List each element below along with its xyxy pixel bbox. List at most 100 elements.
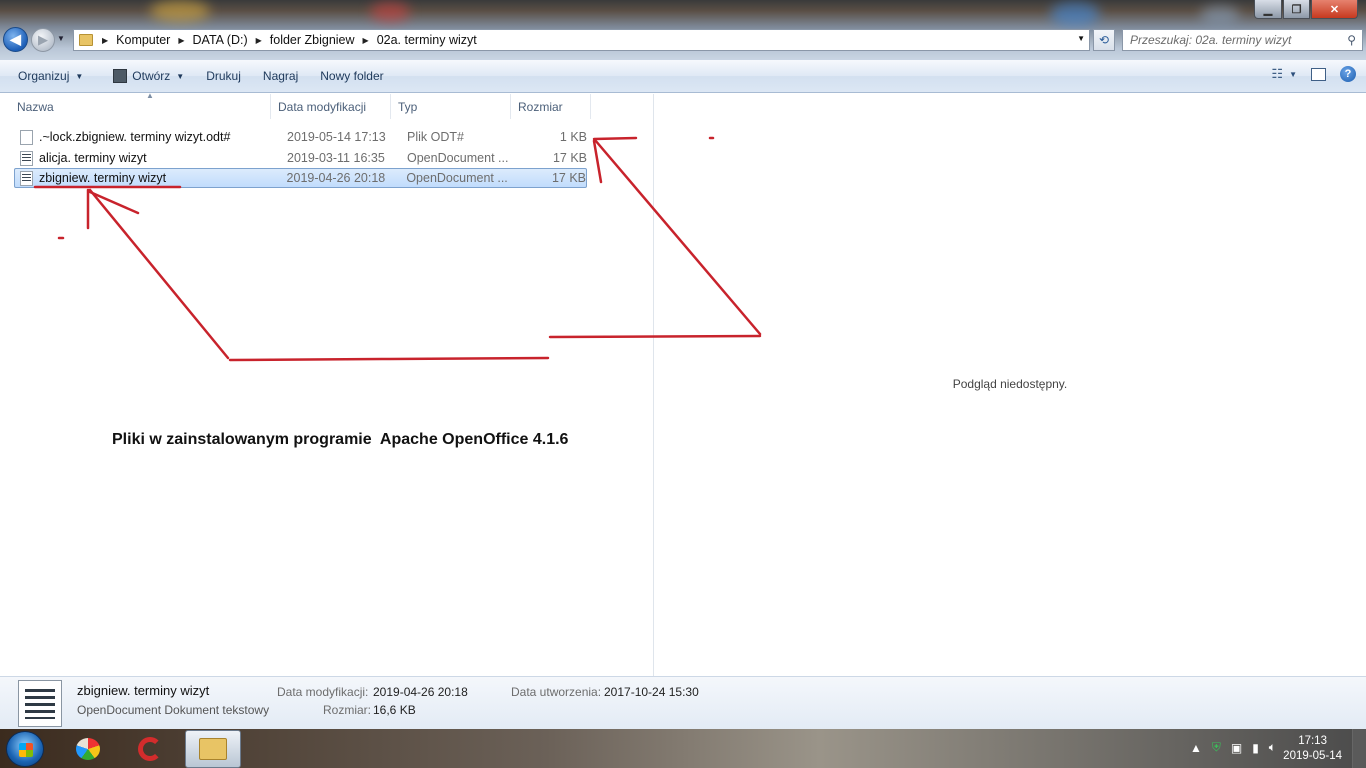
breadcrumb-data-drive[interactable]: DATA (D:) bbox=[193, 33, 248, 47]
device-icon[interactable]: ▣ bbox=[1231, 741, 1242, 755]
blank-file-icon bbox=[20, 129, 33, 145]
folder-icon bbox=[79, 34, 93, 46]
close-button[interactable]: ✕ bbox=[1311, 0, 1358, 19]
file-type: Plik ODT# bbox=[407, 130, 464, 144]
volume-icon[interactable]: 🔈︎ bbox=[1269, 740, 1276, 755]
ccleaner-icon bbox=[138, 737, 162, 761]
help-icon[interactable]: ? bbox=[1340, 66, 1356, 82]
window-controls: ▁ ❐ ✕ bbox=[1254, 0, 1358, 20]
taskbar-paint[interactable] bbox=[60, 730, 116, 768]
file-type: OpenDocument ... bbox=[407, 151, 509, 165]
file-size: 1 KB bbox=[559, 130, 587, 144]
preview-pane-icon[interactable] bbox=[1311, 67, 1326, 81]
refresh-icon: ⟲ bbox=[1098, 33, 1110, 47]
arrow-right-icon: ▶ bbox=[38, 32, 48, 47]
minimize-button[interactable]: ▁ bbox=[1254, 0, 1282, 19]
address-dropdown-icon[interactable]: ▼ bbox=[1077, 34, 1085, 43]
file-size: 17 KB bbox=[552, 151, 587, 165]
column-header-type[interactable]: Typ bbox=[391, 94, 511, 119]
file-date: 2019-03-11 16:35 bbox=[287, 151, 385, 165]
maximize-button[interactable]: ❐ bbox=[1283, 0, 1310, 19]
details-modified-value[interactable]: 2019-04-26 20:18 bbox=[373, 685, 468, 699]
forward-button[interactable]: ▶ bbox=[31, 28, 55, 52]
explorer-icon bbox=[199, 738, 227, 760]
chevron-right-icon[interactable]: ▶ bbox=[363, 36, 369, 45]
erased-area bbox=[228, 296, 558, 358]
annotation-caption: Pliki w zainstalowanym programie Apache … bbox=[112, 431, 569, 448]
preview-unavailable-text: Podgląd niedostępny. bbox=[952, 377, 1068, 391]
organize-button[interactable]: Organizuj ▼ bbox=[11, 65, 90, 87]
details-size-label: Rozmiar: bbox=[323, 703, 372, 717]
chevron-down-icon: ▼ bbox=[57, 34, 65, 43]
odt-file-icon bbox=[20, 150, 33, 166]
file-list: ▲ Nazwa Data modyfikacji Typ Rozmiar .~l… bbox=[0, 91, 653, 676]
system-tray: ▲ ⛨ ▣ ▮ 🔈︎ bbox=[1190, 740, 1276, 755]
search-placeholder: Przeszukaj: 02a. terminy wizyt bbox=[1130, 33, 1292, 47]
file-name: zbigniew. terminy wizyt bbox=[38, 171, 167, 185]
clock[interactable]: 17:13 2019-05-14 bbox=[1283, 734, 1342, 764]
chevron-down-icon: ▼ bbox=[75, 71, 84, 81]
file-date: 2019-04-26 20:18 bbox=[286, 171, 386, 185]
new-folder-button[interactable]: Nowy folder bbox=[313, 65, 390, 87]
details-created-label: Data utworzenia: bbox=[511, 685, 602, 699]
burn-button[interactable]: Nagraj bbox=[256, 65, 305, 87]
address-bar[interactable]: ▶ Komputer ▶ DATA (D:) ▶ folder Zbigniew… bbox=[73, 29, 1090, 51]
chevron-down-icon[interactable]: ▼ bbox=[1289, 70, 1297, 79]
search-icon[interactable]: ⚲ bbox=[1347, 33, 1356, 47]
file-size: 17 KB bbox=[551, 171, 586, 185]
arrow-left-icon: ◀ bbox=[10, 31, 21, 47]
sort-ascending-icon: ▲ bbox=[146, 91, 154, 100]
chevron-right-icon[interactable]: ▶ bbox=[256, 36, 262, 45]
details-file-type: OpenDocument Dokument tekstowy bbox=[77, 703, 270, 717]
show-desktop-button[interactable] bbox=[1352, 729, 1366, 768]
windows-logo-icon bbox=[19, 743, 33, 757]
chevron-right-icon[interactable]: ▶ bbox=[102, 36, 108, 45]
view-controls: ☷ ▼ ? bbox=[1271, 66, 1356, 82]
details-modified-label: Data modyfikacji: bbox=[277, 685, 369, 699]
preview-pane: Podgląd niedostępny. bbox=[654, 94, 1366, 676]
taskbar-ccleaner[interactable] bbox=[122, 730, 178, 768]
details-file-name: zbigniew. terminy wizyt bbox=[77, 683, 210, 698]
open-with-icon bbox=[113, 69, 128, 83]
print-button[interactable]: Drukuj bbox=[199, 65, 248, 87]
back-button[interactable]: ◀ bbox=[3, 27, 28, 52]
open-label: Otwórz bbox=[132, 69, 171, 83]
breadcrumb-folder-zbigniew[interactable]: folder Zbigniew bbox=[270, 33, 355, 47]
clock-time: 17:13 bbox=[1298, 735, 1327, 747]
file-name: .~lock.zbigniew. terminy wizyt.odt# bbox=[39, 130, 231, 144]
file-type: OpenDocument ... bbox=[406, 171, 508, 185]
start-button[interactable] bbox=[6, 731, 44, 767]
file-row-selected[interactable]: zbigniew. terminy wizyt 2019-04-26 20:18… bbox=[14, 168, 587, 188]
taskbar-explorer[interactable] bbox=[185, 730, 241, 768]
chevron-down-icon: ▼ bbox=[176, 71, 185, 81]
column-header-name[interactable]: Nazwa bbox=[10, 94, 271, 119]
refresh-button[interactable]: ⟲ bbox=[1093, 29, 1115, 51]
show-hidden-icons-icon[interactable]: ▲ bbox=[1190, 741, 1202, 755]
paint-icon bbox=[76, 738, 100, 760]
search-input[interactable]: Przeszukaj: 02a. terminy wizyt ⚲ bbox=[1122, 29, 1363, 51]
details-created-value[interactable]: 2017-10-24 15:30 bbox=[604, 685, 699, 699]
file-row[interactable]: alicja. terminy wizyt 2019-03-11 16:35 O… bbox=[14, 148, 587, 168]
file-date: 2019-05-14 17:13 bbox=[287, 130, 386, 144]
title-bar: ▁ ❐ ✕ ◀ ▶ ▼ ▶ Komputer ▶ DATA (D:) ▶ fol… bbox=[0, 0, 1366, 60]
clock-date: 2019-05-14 bbox=[1283, 750, 1342, 762]
odt-file-icon bbox=[20, 170, 33, 186]
details-pane: zbigniew. terminy wizyt OpenDocument Dok… bbox=[0, 676, 1366, 729]
chevron-right-icon[interactable]: ▶ bbox=[178, 36, 184, 45]
breadcrumb-current-folder[interactable]: 02a. terminy wizyt bbox=[377, 33, 477, 47]
odt-document-icon bbox=[18, 680, 62, 727]
taskbar: ▲ ⛨ ▣ ▮ 🔈︎ 17:13 2019-05-14 bbox=[0, 729, 1366, 768]
open-button[interactable]: Otwórz ▼ bbox=[106, 65, 191, 87]
breadcrumb-computer[interactable]: Komputer bbox=[116, 33, 170, 47]
file-row[interactable]: .~lock.zbigniew. terminy wizyt.odt# 2019… bbox=[14, 127, 587, 147]
organize-label: Organizuj bbox=[18, 69, 70, 83]
recent-pages-dropdown[interactable]: ▼ bbox=[57, 34, 65, 43]
details-size-value: 16,6 KB bbox=[373, 703, 416, 717]
command-bar: Organizuj ▼ Otwórz ▼ Drukuj Nagraj Nowy … bbox=[0, 60, 1366, 93]
change-view-icon[interactable]: ☷ bbox=[1271, 66, 1283, 82]
column-headers: ▲ Nazwa Data modyfikacji Typ Rozmiar bbox=[10, 91, 653, 119]
column-header-size[interactable]: Rozmiar bbox=[511, 94, 591, 119]
network-signal-icon[interactable]: ▮ bbox=[1252, 741, 1259, 755]
column-header-date[interactable]: Data modyfikacji bbox=[271, 94, 391, 119]
shield-icon[interactable]: ⛨ bbox=[1212, 740, 1221, 755]
